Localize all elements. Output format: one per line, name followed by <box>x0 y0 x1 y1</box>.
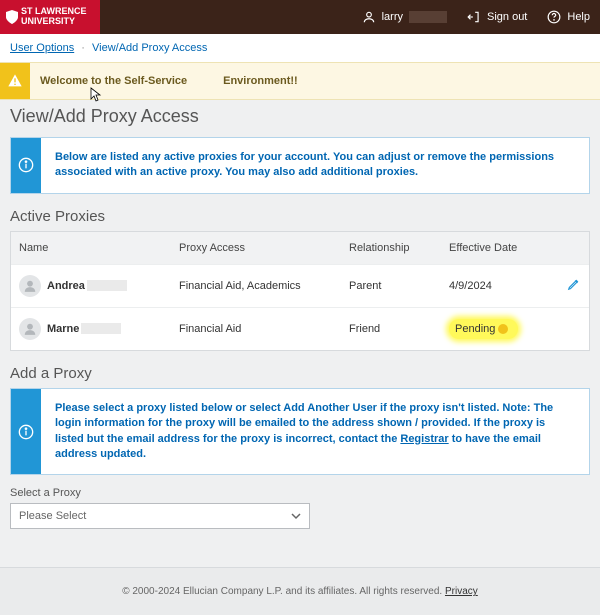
active-proxies-table: Name Proxy Access Relationship Effective… <box>10 231 590 351</box>
help-icon <box>547 10 561 24</box>
select-proxy-label: Select a Proxy <box>10 487 590 499</box>
status-badge: Pending <box>449 319 518 339</box>
avatar <box>19 275 41 297</box>
proxy-date: 4/9/2024 <box>441 270 541 302</box>
privacy-link[interactable]: Privacy <box>445 586 478 597</box>
proxy-access: Financial Aid <box>171 313 341 345</box>
info-icon <box>11 138 41 193</box>
info-icon <box>11 389 41 475</box>
redacted-block <box>409 11 447 23</box>
active-proxies-info: Below are listed any active proxies for … <box>10 137 590 194</box>
col-relationship: Relationship <box>341 232 441 264</box>
add-proxy-info: Please select a proxy listed below or se… <box>10 388 590 476</box>
user-menu[interactable]: larry <box>352 0 457 34</box>
proxy-relationship: Friend <box>341 313 441 345</box>
user-icon <box>362 10 376 24</box>
breadcrumb-root[interactable]: User Options <box>10 42 74 54</box>
edit-button[interactable] <box>567 282 581 294</box>
sign-out-icon <box>467 10 481 24</box>
add-proxy-info-text: Please select a proxy listed below or se… <box>41 389 589 475</box>
alert-icon <box>0 63 30 99</box>
registrar-link[interactable]: Registrar <box>400 433 448 445</box>
proxy-name: Andrea <box>47 280 85 292</box>
breadcrumb: User Options · View/Add Proxy Access <box>0 34 600 62</box>
logo[interactable]: ST LAWRENCE UNIVERSITY <box>0 0 100 34</box>
col-effective-date: Effective Date <box>441 232 541 264</box>
active-proxies-info-text: Below are listed any active proxies for … <box>41 138 589 193</box>
banner-text: Welcome to the Self-ServiceEnvironment!! <box>30 63 308 99</box>
proxy-relationship: Parent <box>341 270 441 302</box>
avatar <box>19 318 41 340</box>
sign-out-button[interactable]: Sign out <box>457 0 537 34</box>
shield-icon <box>6 10 18 24</box>
pencil-icon <box>567 277 581 291</box>
page-title: View/Add Proxy Access <box>10 106 590 127</box>
table-row: Marne Financial Aid Friend Pending <box>11 307 589 350</box>
welcome-banner: Welcome to the Self-ServiceEnvironment!! <box>0 62 600 100</box>
logo-text: ST LAWRENCE UNIVERSITY <box>21 7 94 27</box>
help-button[interactable]: Help <box>537 0 600 34</box>
chevron-down-icon <box>291 511 301 521</box>
proxy-access: Financial Aid, Academics <box>171 270 341 302</box>
redacted-block <box>87 280 127 291</box>
add-proxy-heading: Add a Proxy <box>10 365 590 382</box>
col-access: Proxy Access <box>171 232 341 264</box>
footer: © 2000-2024 Ellucian Company L.P. and it… <box>0 567 600 615</box>
active-proxies-heading: Active Proxies <box>10 208 590 225</box>
cursor-icon <box>90 87 102 103</box>
select-proxy-dropdown[interactable]: Please Select <box>10 503 310 529</box>
footer-text: © 2000-2024 Ellucian Company L.P. and it… <box>122 586 442 597</box>
warning-dot-icon <box>498 324 508 334</box>
user-name: larry <box>382 11 403 23</box>
table-row: Andrea Financial Aid, Academics Parent 4… <box>11 264 589 307</box>
select-placeholder: Please Select <box>19 510 86 522</box>
proxy-name: Marne <box>47 323 79 335</box>
table-header: Name Proxy Access Relationship Effective… <box>11 232 589 264</box>
redacted-block <box>81 323 121 334</box>
breadcrumb-current: View/Add Proxy Access <box>92 42 207 54</box>
top-bar: ST LAWRENCE UNIVERSITY larry Sign out He… <box>0 0 600 34</box>
col-name: Name <box>11 232 171 264</box>
breadcrumb-separator: · <box>81 42 85 54</box>
